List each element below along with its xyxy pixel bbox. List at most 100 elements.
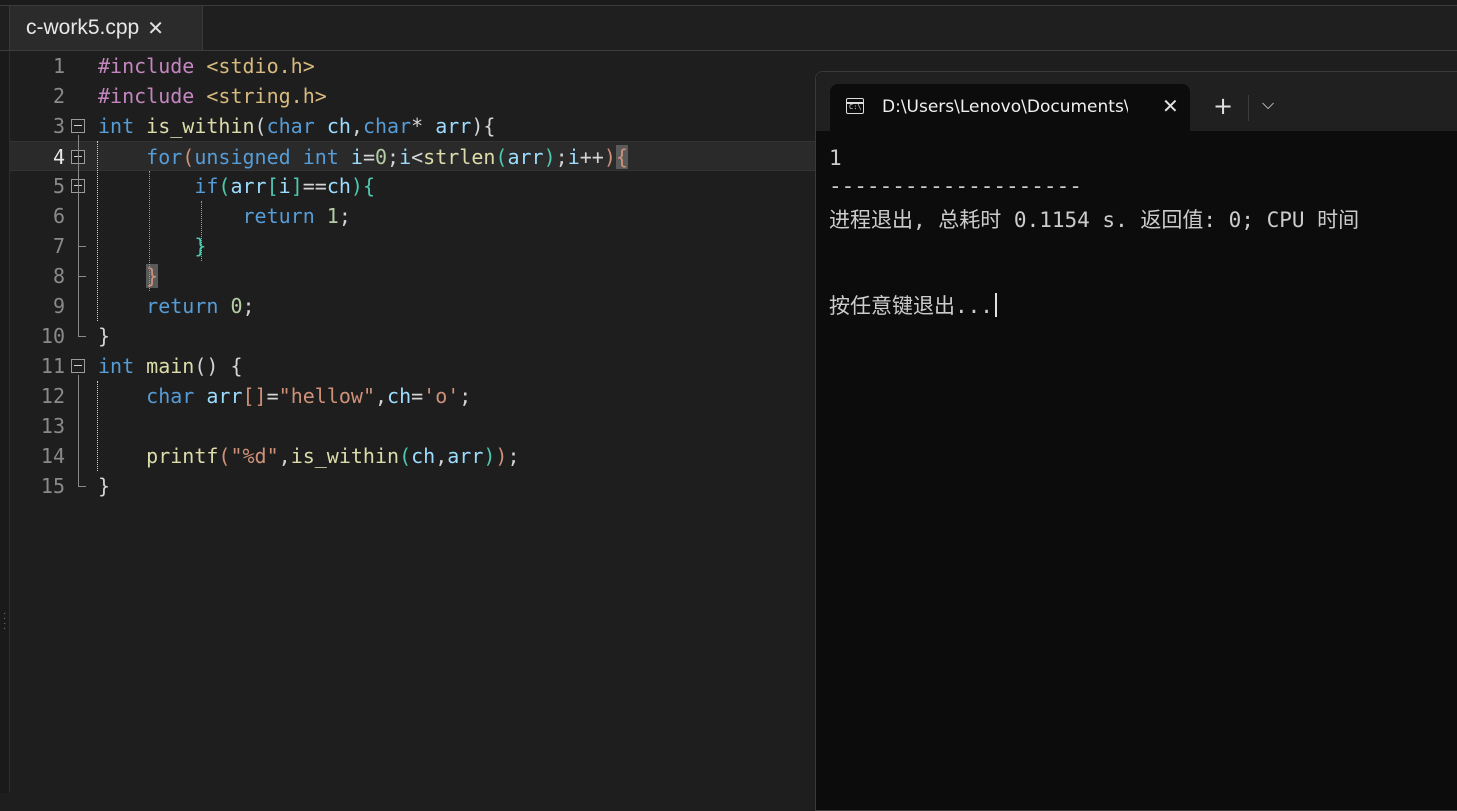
code-line[interactable]: 5 if(arr[i]==ch){ bbox=[10, 171, 815, 201]
code-editor[interactable]: 15} 14 printf("%d",is_within(ch,arr)); 13 1… bbox=[10, 51, 815, 793]
fold-range-end bbox=[78, 246, 86, 247]
file-tab-label: c-work5.cpp bbox=[26, 16, 140, 39]
code-text: int is_within(char ch,char* arr){ bbox=[98, 114, 495, 138]
fold-toggle-icon[interactable] bbox=[71, 359, 85, 373]
output-line-result: 1 bbox=[829, 146, 842, 170]
code-line[interactable]: 13 bbox=[10, 411, 815, 441]
side-panel-splitter[interactable]: · · · · bbox=[0, 51, 10, 793]
code-line[interactable]: 14 printf("%d",is_within(ch,arr)); bbox=[10, 441, 815, 471]
code-line[interactable]: 4 for(unsigned int i=0;i<strlen(arr);i++… bbox=[10, 141, 815, 171]
code-token: <string.h> bbox=[206, 84, 327, 108]
code-token: i bbox=[350, 145, 363, 169]
terminal-window[interactable]: C:\ D:\Users\Lenovo\Documents\ ✕ + ⌵ 1 -… bbox=[815, 71, 1457, 811]
line-number: 13 bbox=[40, 414, 65, 438]
code-line[interactable]: 2 #include <string.h> bbox=[10, 81, 815, 111]
terminal-title-bar: C:\ D:\Users\Lenovo\Documents\ ✕ + ⌵ bbox=[816, 72, 1457, 131]
tab-dropdown-chevron-icon[interactable]: ⌵ bbox=[1262, 94, 1274, 114]
code-line[interactable]: 8 } bbox=[10, 261, 815, 291]
code-token: arr bbox=[435, 114, 472, 138]
text-cursor bbox=[994, 293, 997, 317]
code-token: 0 bbox=[230, 294, 243, 318]
code-line[interactable]: 7 } bbox=[10, 231, 815, 261]
code-token: char bbox=[266, 114, 315, 138]
code-text: for(unsigned int i=0;i<strlen(arr);i++){ bbox=[98, 145, 628, 169]
terminal-tab[interactable]: C:\ D:\Users\Lenovo\Documents\ ✕ bbox=[830, 84, 1190, 131]
code-token: arr bbox=[206, 384, 243, 408]
code-token: ; bbox=[387, 145, 400, 169]
code-line[interactable]: 10} bbox=[10, 321, 815, 351]
close-tab-icon[interactable]: ✕ bbox=[147, 16, 164, 41]
code-token: ( bbox=[218, 174, 231, 198]
code-token: 0 bbox=[374, 145, 388, 169]
output-press-key-prompt: 按任意键退出... bbox=[829, 290, 997, 320]
fold-range-end bbox=[78, 276, 86, 277]
code-token: = bbox=[411, 384, 424, 408]
code-token: ch bbox=[326, 174, 351, 198]
code-token: for bbox=[146, 145, 183, 169]
code-token: ch bbox=[387, 384, 412, 408]
prompt-text: 按任意键退出... bbox=[829, 294, 993, 318]
code-token: char bbox=[146, 384, 195, 408]
code-token: #include bbox=[98, 84, 195, 108]
code-token: main bbox=[146, 354, 195, 378]
code-token: "hellow" bbox=[278, 384, 375, 408]
line-number: 8 bbox=[52, 264, 65, 288]
code-token: i bbox=[399, 145, 412, 169]
code-line[interactable]: 15} bbox=[10, 471, 815, 501]
code-token: ( bbox=[182, 145, 195, 169]
code-token: ) bbox=[543, 145, 556, 169]
code-token: ( bbox=[495, 145, 508, 169]
code-token: arr bbox=[230, 174, 267, 198]
code-text: } bbox=[98, 474, 110, 498]
code-token: ( bbox=[254, 114, 267, 138]
close-terminal-tab-icon[interactable]: ✕ bbox=[1162, 94, 1179, 119]
code-text: #include <stdio.h> bbox=[98, 54, 315, 78]
code-text: #include <string.h> bbox=[98, 84, 327, 108]
code-token: ; bbox=[555, 145, 568, 169]
code-token: 1 bbox=[326, 204, 339, 228]
console-icon: C:\ bbox=[846, 98, 864, 114]
code-line[interactable]: 12 char arr[]="hellow",ch='o'; bbox=[10, 381, 815, 411]
line-number: 1 bbox=[52, 54, 65, 78]
line-number: 10 bbox=[40, 324, 65, 348]
grip-icon: · · · · bbox=[3, 608, 7, 634]
code-text: printf("%d",is_within(ch,arr)); bbox=[98, 444, 520, 468]
code-token: , bbox=[435, 444, 448, 468]
code-token: is_within bbox=[290, 444, 400, 468]
code-token: [] bbox=[242, 384, 267, 408]
new-tab-button[interactable]: + bbox=[1213, 92, 1233, 120]
line-number: 2 bbox=[52, 84, 65, 108]
code-text: return 0; bbox=[98, 294, 254, 318]
line-number: 15 bbox=[40, 474, 65, 498]
code-token: ; bbox=[507, 444, 520, 468]
fold-toggle-icon[interactable] bbox=[71, 119, 85, 133]
code-token: , bbox=[278, 444, 291, 468]
code-line[interactable]: 6 return 1; bbox=[10, 201, 815, 231]
code-token: () { bbox=[194, 354, 243, 378]
code-token: int bbox=[98, 354, 135, 378]
code-line[interactable]: 1 #include <stdio.h> bbox=[10, 51, 815, 81]
code-token: ) bbox=[603, 145, 616, 169]
code-token: i bbox=[567, 145, 580, 169]
code-line[interactable]: 11 int main() { bbox=[10, 351, 815, 381]
code-token: ( bbox=[218, 444, 231, 468]
code-token: #include bbox=[98, 54, 195, 78]
code-token: ch bbox=[326, 114, 351, 138]
indent-guide bbox=[97, 381, 98, 471]
code-token: * bbox=[411, 114, 436, 138]
code-line[interactable]: 9 return 0; bbox=[10, 291, 815, 321]
code-token: ) bbox=[483, 444, 496, 468]
line-number: 7 bbox=[52, 234, 65, 258]
file-tab[interactable]: c-work5.cpp ✕ bbox=[9, 6, 203, 50]
indent-guide bbox=[149, 171, 150, 291]
code-line[interactable]: 3 int is_within(char ch,char* arr){ bbox=[10, 111, 815, 141]
